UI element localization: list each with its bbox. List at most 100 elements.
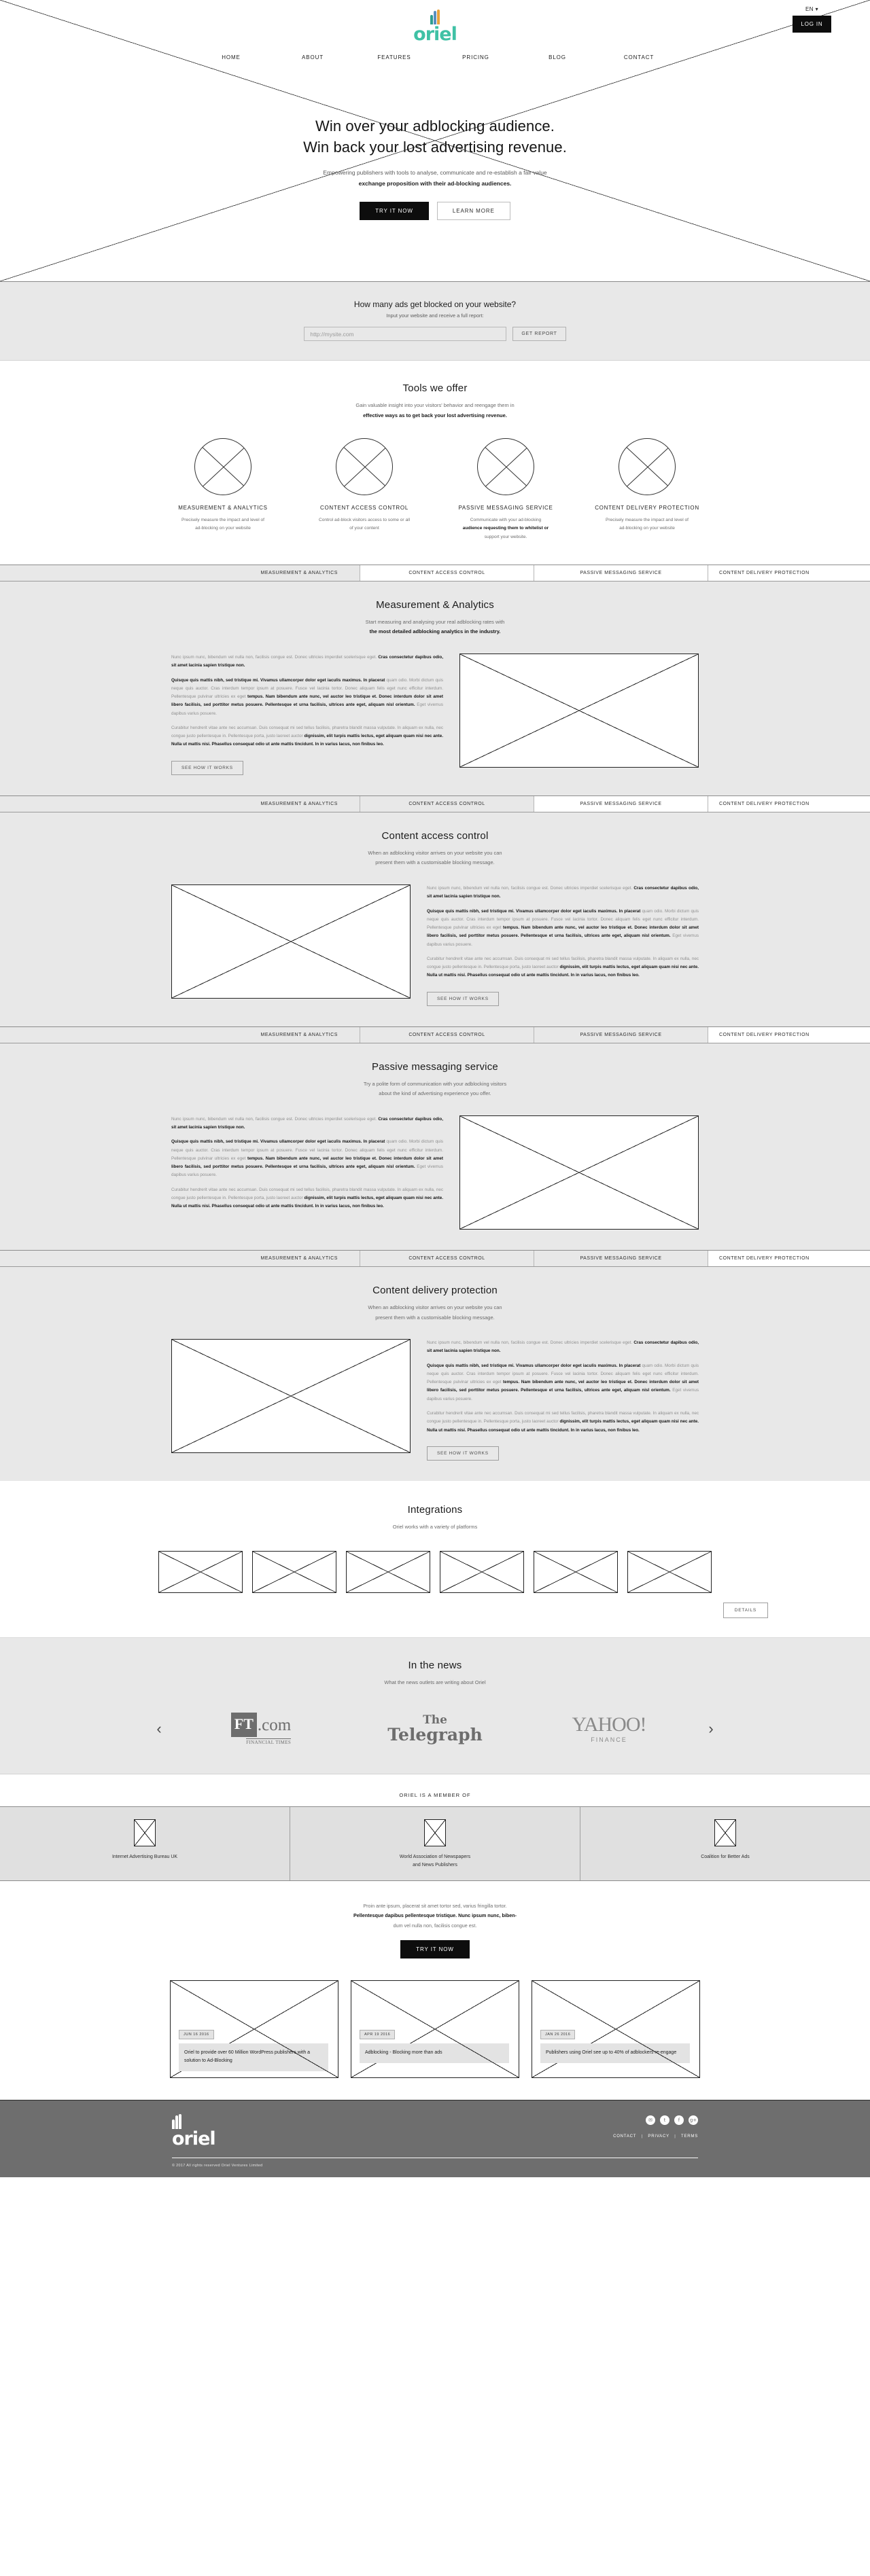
try-it-now-button[interactable]: TRY IT NOW xyxy=(360,201,429,220)
footer-social-links: ✉ t f g+ xyxy=(613,2115,698,2126)
cta-text: Proin ante ipsum, placerat sit amet tort… xyxy=(0,1901,870,1931)
feature-tabs-3: MEASUREMENT & ANALYTICS CONTENT ACCESS C… xyxy=(0,1026,870,1043)
nav-item-pricing[interactable]: PRICING xyxy=(435,54,517,60)
get-report-button[interactable]: GET REPORT xyxy=(512,327,566,341)
feature-title: Content delivery protection xyxy=(372,1284,498,1296)
tab-content-delivery-protection[interactable]: CONTENT DELIVERY PROTECTION xyxy=(708,795,870,812)
tool-title: MEASUREMENT & ANALYTICS xyxy=(178,505,268,512)
feature-paragraph-1: Nunc ipsum nunc, bibendum vel nulla non,… xyxy=(171,654,443,670)
carousel-next-icon[interactable]: › xyxy=(696,1721,726,1736)
ft-tagline: FINANCIAL TIMES xyxy=(246,1738,292,1746)
member-logo-row: Internet Advertising Bureau UK World Ass… xyxy=(0,1806,870,1881)
report-title: How many ads get blocked on your website… xyxy=(353,300,517,309)
website-url-input[interactable] xyxy=(304,327,507,341)
feature-subtitle-line-1: Try a polite form of communication with … xyxy=(363,1080,507,1087)
details-button[interactable]: DETAILS xyxy=(723,1603,768,1619)
feature-section-passive-messaging-service: Passive messaging service Try a polite f… xyxy=(0,1043,870,1250)
nav-item-contact[interactable]: CONTACT xyxy=(598,54,680,60)
tab-content-delivery-protection[interactable]: CONTENT DELIVERY PROTECTION xyxy=(708,565,870,581)
tab-passive-messaging-service[interactable]: PASSIVE MESSAGING SERVICE xyxy=(534,795,708,812)
tool-desc-line-1: Control ad-block visitors access to some… xyxy=(318,518,411,523)
integration-logo-placeholder[interactable] xyxy=(158,1551,243,1594)
blog-card[interactable]: JUN 16 2016 Oriel to provide over 60 Mil… xyxy=(170,1980,338,2079)
tool-desc-line-3: support your website. xyxy=(484,534,527,539)
nav-item-blog[interactable]: BLOG xyxy=(517,54,598,60)
integration-logo-placeholder[interactable] xyxy=(440,1551,524,1594)
yahoo-line-1: YAHOO! xyxy=(572,1713,647,1736)
footer-inner: oriel ✉ t f g+ CONTACT | PRIVACY | TERMS xyxy=(0,2111,870,2158)
footer-link-privacy[interactable]: PRIVACY xyxy=(648,2134,669,2139)
feature-subtitle: Try a polite form of communication with … xyxy=(0,1079,870,1099)
facebook-icon[interactable]: f xyxy=(674,2115,684,2126)
see-how-it-works-button[interactable]: SEE HOW IT WORKS xyxy=(427,991,499,1006)
integration-logo-placeholder[interactable] xyxy=(346,1551,430,1594)
twitter-icon[interactable]: t xyxy=(660,2115,669,2126)
tab-content-delivery-protection[interactable]: CONTENT DELIVERY PROTECTION xyxy=(708,1026,870,1043)
nav-item-home[interactable]: HOME xyxy=(190,54,272,60)
site-footer: oriel ✉ t f g+ CONTACT | PRIVACY | TERMS xyxy=(0,2100,870,2178)
tab-content-access-control[interactable]: CONTENT ACCESS CONTROL xyxy=(360,795,534,812)
tab-passive-messaging-service[interactable]: PASSIVE MESSAGING SERVICE xyxy=(534,1026,708,1043)
hero-subtext-line-2: exchange proposition with their ad-block… xyxy=(358,180,512,187)
blog-card-title: Adblocking - Blocking more than ads xyxy=(360,2043,509,2063)
tab-content-access-control[interactable]: CONTENT ACCESS CONTROL xyxy=(360,1250,534,1266)
tab-passive-messaging-service[interactable]: PASSIVE MESSAGING SERVICE xyxy=(534,1250,708,1266)
footer-logo[interactable]: oriel xyxy=(172,2114,216,2148)
cta-try-it-now-button[interactable]: TRY IT NOW xyxy=(400,1940,470,1959)
tool-card-content-delivery-protection[interactable]: CONTENT DELIVERY PROTECTION Precisely me… xyxy=(586,438,708,541)
member-item-wan-ifra[interactable]: World Association of Newspapers and News… xyxy=(290,1807,580,1880)
feature-tabs-4: MEASUREMENT & ANALYTICS CONTENT ACCESS C… xyxy=(0,1249,870,1267)
integration-logo-placeholder[interactable] xyxy=(534,1551,618,1594)
feature-body: Nunc ipsum nunc, bibendum vel nulla non,… xyxy=(0,1339,870,1461)
feature-paragraph-2: Quisque quis mattis nibh, sed tristique … xyxy=(427,1362,699,1403)
footer-link-terms[interactable]: TERMS xyxy=(681,2134,698,2139)
nav-item-about[interactable]: ABOUT xyxy=(272,54,353,60)
news-logo-financial-times[interactable]: FT .com FINANCIAL TIMES xyxy=(174,1707,348,1751)
news-carousel: ‹ FT .com FINANCIAL TIMES The Telegraph xyxy=(0,1707,870,1751)
tool-card-passive-messaging-service[interactable]: PASSIVE MESSAGING SERVICE Communicate wi… xyxy=(445,438,567,541)
integrations-subtitle: Oriel works with a variety of platforms xyxy=(392,1523,478,1530)
blog-card[interactable]: JAN 26 2016 Publishers using Oriel see u… xyxy=(532,1980,700,2079)
tab-content-delivery-protection[interactable]: CONTENT DELIVERY PROTECTION xyxy=(708,1250,870,1266)
tab-content-access-control[interactable]: CONTENT ACCESS CONTROL xyxy=(360,565,534,581)
google-plus-icon[interactable]: g+ xyxy=(689,2115,698,2126)
feature-image-placeholder xyxy=(459,654,699,768)
tab-content-access-control[interactable]: CONTENT ACCESS CONTROL xyxy=(360,1026,534,1043)
integrations-logo-row xyxy=(0,1551,870,1594)
see-how-it-works-button[interactable]: SEE HOW IT WORKS xyxy=(427,1446,499,1461)
tools-subtitle-line-1: Gain valuable insight into your visitors… xyxy=(355,402,515,408)
news-subtitle: What the news outlets are writing about … xyxy=(384,1679,486,1686)
learn-more-button[interactable]: LEARN MORE xyxy=(436,201,510,220)
blog-card[interactable]: APR 19 2016 Adblocking - Blocking more t… xyxy=(351,1980,519,2079)
news-section: In the news What the news outlets are wr… xyxy=(0,1637,870,1775)
feature-tabs-2: MEASUREMENT & ANALYTICS CONTENT ACCESS C… xyxy=(0,795,870,812)
tool-card-measurement-analytics[interactable]: MEASUREMENT & ANALYTICS Precisely measur… xyxy=(162,438,284,541)
hero-headline: Win over your adblocking audience. Win b… xyxy=(0,115,870,158)
feature-paragraph-1: Nunc ipsum nunc, bibendum vel nulla non,… xyxy=(427,1339,699,1356)
tool-image-placeholder-icon xyxy=(336,438,393,496)
member-logo-placeholder xyxy=(424,1819,446,1847)
footer-links: CONTACT | PRIVACY | TERMS xyxy=(613,2134,698,2139)
tab-measurement-analytics[interactable]: MEASUREMENT & ANALYTICS xyxy=(0,1250,360,1266)
tab-passive-messaging-service[interactable]: PASSIVE MESSAGING SERVICE xyxy=(534,565,708,581)
tool-card-content-access-control[interactable]: CONTENT ACCESS CONTROL Control ad-block … xyxy=(303,438,425,541)
tab-measurement-analytics[interactable]: MEASUREMENT & ANALYTICS xyxy=(0,1026,360,1043)
news-logo-yahoo-finance[interactable]: YAHOO! FINANCE xyxy=(522,1707,696,1751)
integration-logo-placeholder[interactable] xyxy=(627,1551,712,1594)
footer-link-contact[interactable]: CONTACT xyxy=(613,2134,636,2139)
email-icon[interactable]: ✉ xyxy=(646,2115,655,2126)
feature-paragraph-2: Quisque quis mattis nibh, sed tristique … xyxy=(171,677,443,718)
report-section: How many ads get blocked on your website… xyxy=(0,282,870,361)
member-item-iab-uk[interactable]: Internet Advertising Bureau UK xyxy=(0,1807,290,1880)
carousel-prev-icon[interactable]: ‹ xyxy=(144,1721,174,1736)
logo[interactable]: oriel xyxy=(0,10,870,43)
integration-logo-placeholder[interactable] xyxy=(252,1551,336,1594)
see-how-it-works-button[interactable]: SEE HOW IT WORKS xyxy=(171,760,243,775)
tab-measurement-analytics[interactable]: MEASUREMENT & ANALYTICS xyxy=(0,795,360,812)
cta-line-1: Proin ante ipsum, placerat sit amet tort… xyxy=(363,1902,507,1909)
tab-measurement-analytics[interactable]: MEASUREMENT & ANALYTICS xyxy=(0,565,360,581)
nav-item-features[interactable]: FEATURES xyxy=(353,54,435,60)
member-item-coalition-for-better-ads[interactable]: Coalition for Better Ads xyxy=(580,1807,870,1880)
feature-tabs-1: MEASUREMENT & ANALYTICS CONTENT ACCESS C… xyxy=(0,564,870,582)
news-logo-the-telegraph[interactable]: The Telegraph xyxy=(348,1707,522,1751)
